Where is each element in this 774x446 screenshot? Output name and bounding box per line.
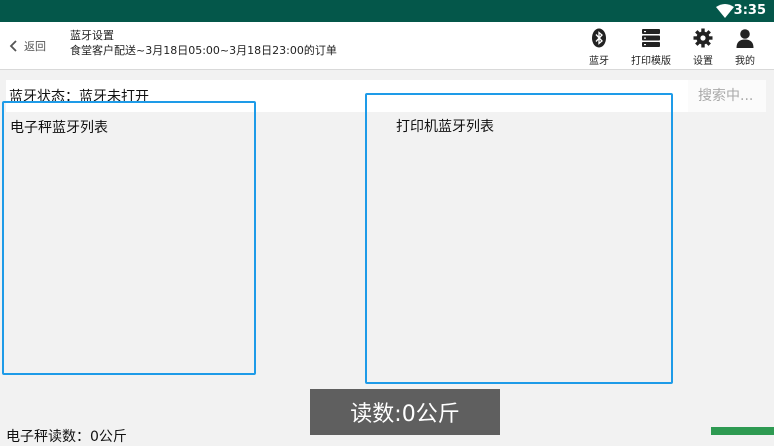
search-input[interactable] bbox=[688, 80, 766, 112]
green-action-button[interactable] bbox=[711, 427, 774, 435]
bluetooth-label: 蓝牙 bbox=[589, 56, 609, 67]
page-title: 蓝牙设置 bbox=[70, 29, 114, 42]
printer-bluetooth-list[interactable]: 打印机蓝牙列表 bbox=[365, 93, 673, 384]
back-label: 返回 bbox=[24, 40, 46, 53]
print-template-button[interactable]: 打印模版 bbox=[626, 28, 676, 68]
mine-button[interactable]: 我的 bbox=[720, 28, 770, 68]
mine-label: 我的 bbox=[735, 56, 755, 67]
clock: 3:35 bbox=[733, 3, 766, 18]
server-stack-icon bbox=[642, 29, 660, 47]
bluetooth-button[interactable]: 蓝牙 bbox=[574, 28, 624, 68]
system-status-bar: 3:35 bbox=[0, 0, 774, 22]
scale-bluetooth-list[interactable]: 电子秤蓝牙列表 bbox=[2, 101, 256, 375]
app-header: 返回 蓝牙设置 食堂客户配送~3月18日05:00~3月18日23:00的订单 … bbox=[0, 22, 774, 70]
user-icon bbox=[736, 29, 754, 48]
printer-list-title: 打印机蓝牙列表 bbox=[396, 119, 494, 135]
gear-icon bbox=[693, 28, 713, 48]
bluetooth-icon bbox=[592, 28, 606, 48]
print-template-label: 打印模版 bbox=[631, 56, 671, 67]
header-titles: 蓝牙设置 食堂客户配送~3月18日05:00~3月18日23:00的订单 bbox=[70, 28, 337, 58]
page-subtitle: 食堂客户配送~3月18日05:00~3月18日23:00的订单 bbox=[70, 44, 337, 57]
reading-toast: 读数:0公斤 bbox=[310, 389, 500, 435]
chevron-left-icon bbox=[9, 40, 17, 52]
scale-reading-label: 电子秤读数：0公斤 bbox=[6, 429, 127, 445]
back-button[interactable]: 返回 bbox=[8, 36, 46, 56]
scale-list-title: 电子秤蓝牙列表 bbox=[10, 120, 108, 136]
wifi-icon bbox=[716, 4, 734, 18]
